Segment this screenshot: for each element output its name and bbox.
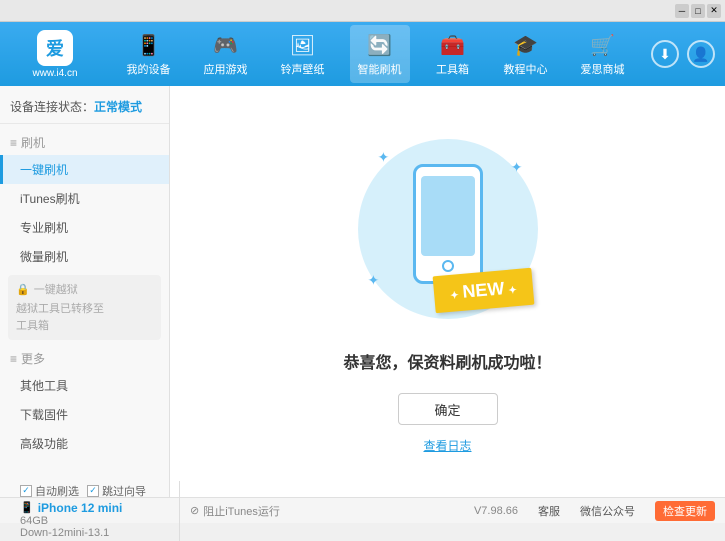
title-bar: ─ □ ✕ [0, 0, 725, 22]
nav-item-wallpaper[interactable]: 🖼 铃声壁纸 [273, 25, 333, 83]
itunes-icon: ⊘ [190, 504, 199, 517]
logo-icon: 爱 [37, 30, 73, 66]
tutorial-icon: 🎓 [512, 31, 540, 59]
device-storage: 64GB [20, 515, 169, 527]
bottom-right: V7.98.66 客服 微信公众号 检查更新 [290, 481, 715, 541]
skip-wizard-label: 跳过向导 [102, 483, 146, 499]
nav-item-tutorial[interactable]: 🎓 教程中心 [496, 25, 556, 83]
logo[interactable]: 爱 www.i4.cn [10, 30, 100, 79]
nav-item-smart-flash[interactable]: 🔄 智能刷机 [350, 25, 410, 83]
main-content: 设备连接状态：正常模式 ≡ 刷机 一键刷机 iTunes刷机 专业刷机 微量刷机… [0, 86, 725, 497]
nav-label-smart-flash: 智能刷机 [358, 61, 402, 77]
bottom-full-row: ✓ 自动刷选 ✓ 跳过向导 📱 iPhone 12 mini 64GB Down… [10, 481, 715, 541]
device-status-bar: 设备连接状态：正常模式 [0, 94, 169, 124]
nav-label-my-device: 我的设备 [127, 61, 171, 77]
skip-wizard-checkbox[interactable]: ✓ 跳过向导 [87, 483, 146, 499]
bottom-left-col: ✓ 自动刷选 ✓ 跳过向导 📱 iPhone 12 mini 64GB Down… [10, 481, 180, 541]
locked-notice: 越狱工具已转移至工具箱 [16, 301, 153, 334]
itunes-status-label: 阻止iTunes运行 [203, 503, 280, 519]
device-model: Down-12mini-13.1 [20, 527, 169, 539]
confirm-button[interactable]: 确定 [398, 393, 498, 425]
phone-screen [421, 176, 475, 256]
lock-icon: 🔒 [16, 283, 30, 296]
header: 爱 www.i4.cn 📱 我的设备 🎮 应用游戏 🖼 铃声壁纸 🔄 智能刷机 … [0, 22, 725, 86]
wechat-link[interactable]: 微信公众号 [580, 503, 635, 519]
device-name: iPhone 12 mini [38, 501, 123, 515]
close-button[interactable]: ✕ [707, 4, 721, 18]
auto-refresh-check-icon: ✓ [20, 485, 32, 497]
nav-label-wallpaper: 铃声壁纸 [281, 61, 325, 77]
sidebar-item-micro-flash[interactable]: 微量刷机 [0, 242, 169, 271]
nav-item-apps-games[interactable]: 🎮 应用游戏 [196, 25, 256, 83]
nav-label-apps-games: 应用游戏 [204, 61, 248, 77]
nav-item-toolbox[interactable]: 🧰 工具箱 [427, 25, 479, 83]
locked-title-label: 一键越狱 [34, 281, 78, 297]
smart-flash-icon: 🔄 [366, 31, 394, 59]
nav-label-toolbox: 工具箱 [436, 61, 469, 77]
sidebar-item-download-firmware[interactable]: 下载固件 [0, 400, 169, 429]
more-group-label: 更多 [21, 350, 45, 367]
phone-illustration [413, 164, 483, 284]
maximize-button[interactable]: □ [691, 4, 705, 18]
status-label: 设备连接状态： [10, 100, 94, 114]
user-button[interactable]: 👤 [687, 40, 715, 68]
version-text: V7.98.66 [474, 505, 518, 517]
sparkle-1: ✦ [378, 149, 390, 166]
success-illustration: ✦ ✦ ✦ NEW [348, 129, 548, 329]
success-message: 恭喜您，保资料刷机成功啦！ [343, 349, 551, 373]
device-phone-icon: 📱 [20, 501, 34, 514]
sidebar-item-itunes-flash[interactable]: iTunes刷机 [0, 184, 169, 213]
flash-group-label: 刷机 [21, 134, 45, 151]
new-badge: NEW [432, 268, 534, 313]
nav-label-tutorial: 教程中心 [504, 61, 548, 77]
sidebar-item-other-tools[interactable]: 其他工具 [0, 371, 169, 400]
nav-item-shop[interactable]: 🛒 爱思商城 [573, 25, 633, 83]
sidebar: 设备连接状态：正常模式 ≡ 刷机 一键刷机 iTunes刷机 专业刷机 微量刷机… [0, 86, 170, 497]
status-value: 正常模式 [94, 100, 142, 114]
update-button[interactable]: 检查更新 [655, 501, 715, 521]
nav-item-my-device[interactable]: 📱 我的设备 [119, 25, 179, 83]
sidebar-item-pro-flash[interactable]: 专业刷机 [0, 213, 169, 242]
auto-refresh-label: 自动刷选 [35, 483, 79, 499]
wallpaper-icon: 🖼 [289, 31, 317, 59]
nav-bar: 📱 我的设备 🎮 应用游戏 🖼 铃声壁纸 🔄 智能刷机 🧰 工具箱 🎓 教程中心… [110, 25, 641, 83]
nav-label-shop: 爱思商城 [581, 61, 625, 77]
sparkle-3: ✦ [368, 272, 380, 289]
guide-link[interactable]: 查看日志 [423, 437, 471, 454]
flash-group-icon: ≡ [10, 136, 17, 150]
skip-wizard-check-icon: ✓ [87, 485, 99, 497]
bottom-bar: ✓ 自动刷选 ✓ 跳过向导 📱 iPhone 12 mini 64GB Down… [0, 497, 725, 523]
toolbox-icon: 🧰 [439, 31, 467, 59]
auto-refresh-checkbox[interactable]: ✓ 自动刷选 [20, 483, 79, 499]
service-link[interactable]: 客服 [538, 503, 560, 519]
more-group-icon: ≡ [10, 352, 17, 366]
logo-url: www.i4.cn [32, 68, 77, 79]
sidebar-group-more: ≡ 更多 [0, 344, 169, 371]
sidebar-item-advanced[interactable]: 高级功能 [0, 429, 169, 458]
success-content: ✦ ✦ ✦ NEW 恭喜您，保资料刷机成功啦！ 确定 查看日志 [170, 86, 725, 497]
shop-icon: 🛒 [589, 31, 617, 59]
header-right: ⬇ 👤 [651, 40, 715, 68]
phone-home-button [442, 260, 454, 272]
sparkle-2: ✦ [511, 159, 523, 176]
apps-icon: 🎮 [212, 31, 240, 59]
sidebar-item-one-key-flash[interactable]: 一键刷机 [0, 155, 169, 184]
minimize-button[interactable]: ─ [675, 4, 689, 18]
device-icon: 📱 [135, 31, 163, 59]
itunes-status: ⊘ 阻止iTunes运行 [180, 481, 290, 541]
download-button[interactable]: ⬇ [651, 40, 679, 68]
sidebar-group-flash: ≡ 刷机 [0, 128, 169, 155]
jailbreak-locked-section: 🔒 一键越狱 越狱工具已转移至工具箱 [8, 275, 161, 340]
